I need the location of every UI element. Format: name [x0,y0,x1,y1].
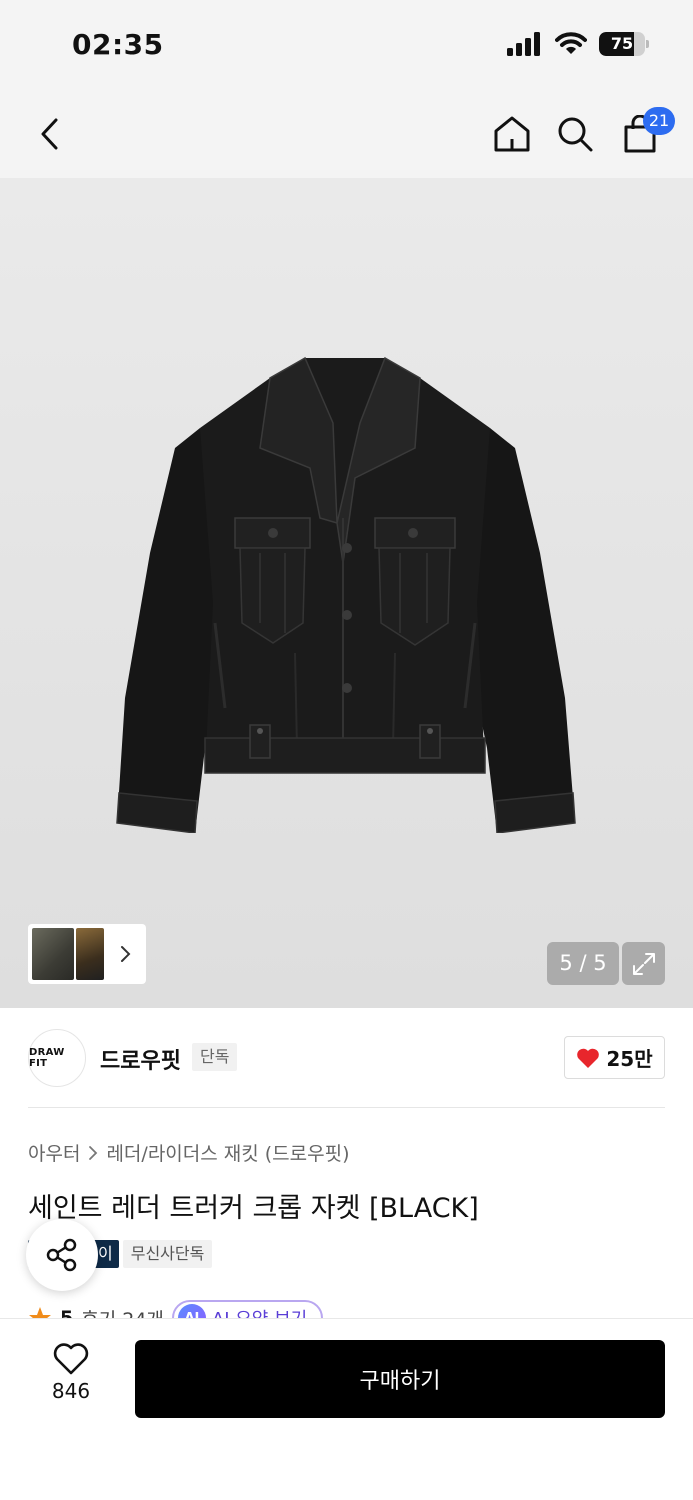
exclusive-tag: 단독 [192,1043,238,1071]
battery-indicator: 75 [599,32,649,56]
expand-image-button[interactable] [622,942,665,985]
search-icon [558,117,593,152]
product-image-gallery[interactable]: 5 / 5 [0,178,693,1008]
divider [28,1107,665,1108]
home-button[interactable] [488,110,536,158]
wishlist-count: 846 [51,1379,91,1403]
heart-outline-icon [53,1343,89,1375]
breadcrumb: 아우터 레더/라이더스 재킷 (드로우핏) [28,1139,350,1166]
thumbnail-model-photo [76,928,104,980]
cart-count-badge: 21 [643,107,675,135]
buy-button[interactable]: 구매하기 [135,1340,665,1418]
cart-button[interactable]: 21 [616,107,675,158]
ai-summary-button[interactable]: AI AI 요약 보기 [171,1300,324,1320]
brand-name[interactable]: 드로우핏 [100,1043,181,1075]
related-images-thumbnail[interactable] [28,924,146,984]
chevron-right-icon [89,1145,98,1160]
product-title: 세인트 레더 트러커 크롭 자켓 [BLACK] [28,1193,479,1224]
expand-icon [632,952,655,975]
back-chevron-icon [41,118,58,150]
status-time: 02:35 [72,28,164,61]
rating-row: 5 후기 24개 AI AI 요약 보기 [28,1296,324,1320]
brand-row: DRAW FIT 드로우핏 단독 25만 [28,1029,665,1087]
image-page-indicator: 5 / 5 [547,942,619,985]
brand-like-button[interactable]: 25만 [564,1036,665,1079]
product-tag: 무신사단독 [122,1240,213,1268]
breadcrumb-subcategory[interactable]: 레더/라이더스 재킷 (드로우핏) [106,1139,349,1166]
share-icon [46,1238,77,1272]
brand-logo[interactable]: DRAW FIT [28,1029,86,1087]
search-button[interactable] [551,110,599,158]
chevron-right-icon [121,946,131,962]
bottom-action-bar: 846 구매하기 [0,1318,693,1500]
share-button[interactable] [26,1219,98,1291]
thumbnail-model-photo [32,928,74,980]
heart-filled-icon [577,1048,600,1068]
battery-level: 75 [610,34,634,53]
wishlist-button[interactable]: 846 [40,1343,102,1413]
wifi-icon [555,32,587,54]
nav-bar: 21 [0,90,693,178]
breadcrumb-category[interactable]: 아우터 [28,1139,80,1166]
product-image [116,356,576,833]
status-bar: 02:35 75 [0,0,693,90]
back-button[interactable] [26,110,74,158]
status-icons: 75 [507,32,649,56]
home-icon [494,116,530,152]
brand-like-count: 25만 [606,1047,653,1071]
signal-icon [507,32,540,56]
